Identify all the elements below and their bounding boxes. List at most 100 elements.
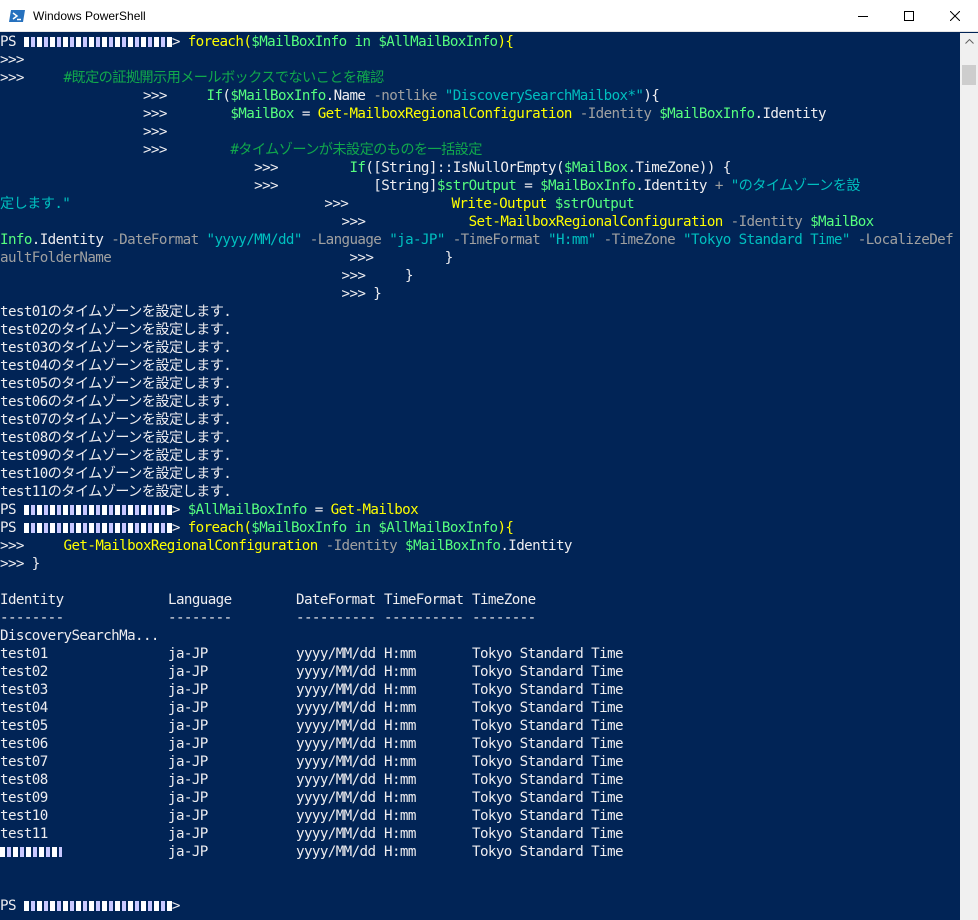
column-header-identity: Identity	[0, 592, 64, 608]
table-cell-language: ja-JP	[168, 772, 208, 788]
output-line: test08のタイムゾーンを設定します.	[0, 430, 232, 446]
table-cell-language: ja-JP	[168, 718, 208, 734]
table-cell-identity: test02	[0, 664, 48, 680]
title-bar[interactable]: Windows PowerShell	[0, 0, 978, 32]
table-cell-time-zone: Tokyo Standard Time	[472, 646, 623, 662]
column-header-time-zone: TimeZone	[472, 592, 536, 608]
close-button[interactable]	[932, 0, 978, 32]
table-cell-time-format: H:mm	[384, 772, 416, 788]
output-line: test09のタイムゾーンを設定します.	[0, 448, 232, 464]
table-cell-identity: test10	[0, 808, 48, 824]
column-divider: --------	[168, 610, 232, 626]
table-cell-identity: test03	[0, 682, 48, 698]
table-cell-identity: test01	[0, 646, 48, 662]
table-cell-time-zone: Tokyo Standard Time	[472, 790, 623, 806]
table-cell-time-format: H:mm	[384, 718, 416, 734]
table-cell-identity: test11	[0, 826, 48, 842]
table-cell-language: ja-JP	[168, 844, 208, 860]
table-cell-date-format: yyyy/MM/dd	[296, 772, 376, 788]
console-line: >>>	[142, 124, 167, 140]
redacted-path	[23, 37, 172, 47]
output-line: test03のタイムゾーンを設定します.	[0, 340, 232, 356]
table-cell-identity: test04	[0, 700, 48, 716]
window-title: Windows PowerShell	[33, 9, 146, 23]
table-cell-identity: test08	[0, 772, 48, 788]
table-cell-identity: DiscoverySearchMa...	[0, 628, 159, 644]
output-line: test02のタイムゾーンを設定します.	[0, 322, 232, 338]
table-cell-time-zone: Tokyo Standard Time	[472, 682, 623, 698]
table-cell-language: ja-JP	[168, 826, 208, 842]
output-line: test04のタイムゾーンを設定します.	[0, 358, 232, 374]
column-header-date-format: DateFormat	[296, 592, 376, 608]
output-line: test01のタイムゾーンを設定します.	[0, 304, 232, 320]
console-line: aultFolderName >>> }	[0, 250, 453, 266]
console-line: >>> [String]$strOutput = $MailBoxInfo.Id…	[254, 178, 860, 194]
console-line: >>> #既定の証拠開示用メールボックスでないことを確認	[0, 70, 384, 86]
console-output[interactable]: PS > foreach($MailBoxInfo in $AllMailBox…	[0, 33, 960, 920]
table-cell-date-format: yyyy/MM/dd	[296, 682, 376, 698]
table-cell-time-format: H:mm	[384, 826, 416, 842]
console-line: 定します." >>> Write-Output $strOutput	[0, 196, 635, 212]
table-cell-language: ja-JP	[168, 682, 208, 698]
console-line: Info.Identity -DateFormat "yyyy/MM/dd" -…	[0, 232, 954, 248]
table-cell-time-format: H:mm	[384, 844, 416, 860]
table-cell-date-format: yyyy/MM/dd	[296, 700, 376, 716]
minimize-button[interactable]	[840, 0, 886, 32]
output-line: test06のタイムゾーンを設定します.	[0, 394, 232, 410]
console-line[interactable]: PS >	[0, 897, 180, 915]
table-cell-date-format: yyyy/MM/dd	[296, 808, 376, 824]
maximize-button[interactable]	[886, 0, 932, 32]
column-header-language: Language	[168, 592, 232, 608]
console-line: >>> $MailBox = Get-MailboxRegionalConfig…	[142, 106, 827, 122]
table-cell-time-format: H:mm	[384, 736, 416, 752]
table-cell-language: ja-JP	[168, 754, 208, 770]
vertical-scrollbar[interactable]	[960, 33, 978, 920]
table-cell-time-format: H:mm	[384, 682, 416, 698]
table-cell-time-format: H:mm	[384, 790, 416, 806]
redacted-identity	[0, 843, 62, 861]
close-icon	[950, 11, 960, 21]
powershell-icon	[9, 10, 25, 22]
table-cell-identity: test07	[0, 754, 48, 770]
console-line: >>> #タイムゾーンが未設定のものを一括設定	[142, 142, 483, 158]
console-line: >>> If($MailBoxInfo.Name -notlike "Disco…	[142, 88, 660, 104]
table-cell-date-format: yyyy/MM/dd	[296, 790, 376, 806]
output-line: test05のタイムゾーンを設定します.	[0, 376, 232, 392]
column-divider: --------	[472, 610, 536, 626]
table-cell-language: ja-JP	[168, 646, 208, 662]
table-cell-identity: test09	[0, 790, 48, 806]
table-cell-time-format: H:mm	[384, 754, 416, 770]
maximize-icon	[904, 11, 914, 21]
table-cell-identity: test05	[0, 718, 48, 734]
output-line: test10のタイムゾーンを設定します.	[0, 466, 232, 482]
table-cell-date-format: yyyy/MM/dd	[296, 754, 376, 770]
table-cell-time-zone: Tokyo Standard Time	[472, 754, 623, 770]
table-cell-time-zone: Tokyo Standard Time	[472, 826, 623, 842]
table-cell-language: ja-JP	[168, 700, 208, 716]
console-line: >>>	[0, 52, 24, 68]
table-cell-time-format: H:mm	[384, 646, 416, 662]
table-cell-date-format: yyyy/MM/dd	[296, 736, 376, 752]
console-line: >>> }	[341, 268, 414, 284]
table-cell-date-format: yyyy/MM/dd	[296, 664, 376, 680]
table-cell-time-zone: Tokyo Standard Time	[472, 808, 623, 824]
table-cell-date-format: yyyy/MM/dd	[296, 844, 376, 860]
table-cell-time-zone: Tokyo Standard Time	[472, 700, 623, 716]
console-line: >>> Set-MailboxRegionalConfiguration -Id…	[341, 214, 875, 230]
table-cell-time-zone: Tokyo Standard Time	[472, 664, 623, 680]
redacted-path	[23, 523, 172, 533]
table-cell-identity: test06	[0, 736, 48, 752]
column-divider: ----------	[296, 610, 376, 626]
table-cell-date-format: yyyy/MM/dd	[296, 646, 376, 662]
console-line: >>> }	[0, 556, 40, 572]
redacted-path	[23, 901, 172, 911]
scroll-up-button[interactable]	[960, 33, 978, 50]
column-header-time-format: TimeFormat	[384, 592, 464, 608]
table-cell-time-zone: Tokyo Standard Time	[472, 772, 623, 788]
table-cell-time-zone: Tokyo Standard Time	[472, 844, 623, 860]
scroll-thumb[interactable]	[962, 65, 976, 85]
console-line: >>> }	[341, 286, 382, 302]
chevron-up-icon	[964, 39, 974, 44]
column-divider: ----------	[384, 610, 464, 626]
table-cell-time-format: H:mm	[384, 808, 416, 824]
